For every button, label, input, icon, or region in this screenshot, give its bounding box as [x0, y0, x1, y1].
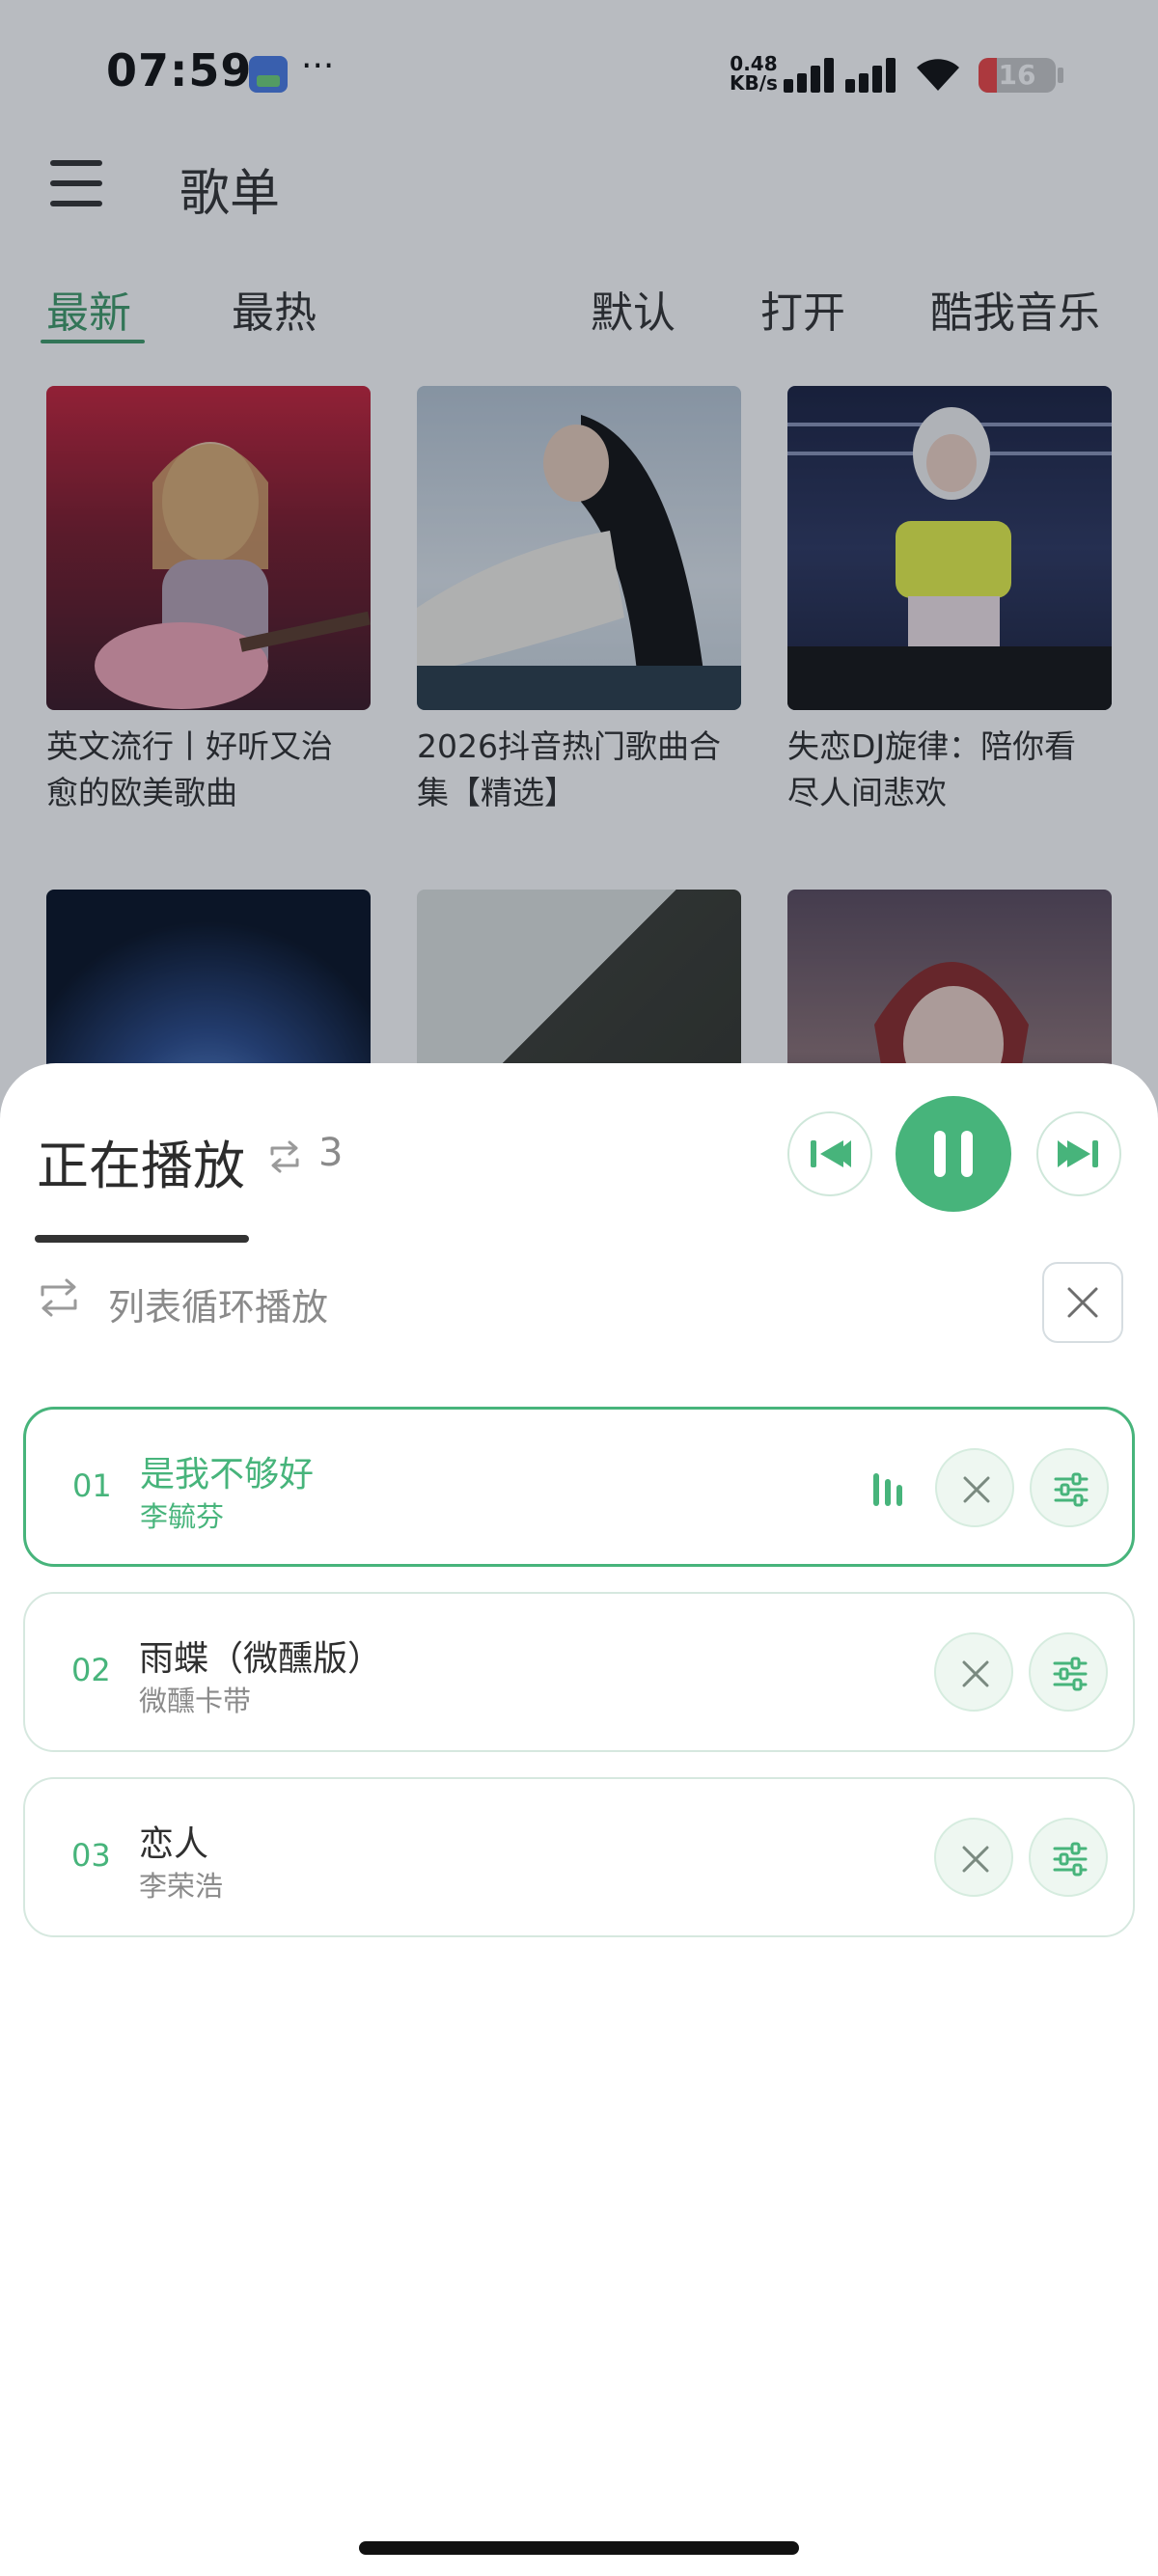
track-title: 恋人: [139, 1824, 209, 1864]
play-pause-button[interactable]: [896, 1096, 1011, 1212]
sliders-icon: [1053, 1657, 1088, 1691]
previous-track-button[interactable]: [787, 1111, 872, 1196]
close-sheet-button[interactable]: [1042, 1262, 1123, 1343]
skip-previous-icon: [811, 1140, 851, 1167]
pause-icon: [934, 1131, 973, 1177]
track-title: 雨蝶（微醺版）: [139, 1639, 383, 1679]
now-playing-sheet: 正在播放 3 列表循环播放 01 是我不够好 李毓芬 02 雨蝶（微醺版） 微醺…: [0, 1063, 1158, 2576]
remove-track-button[interactable]: [934, 1632, 1013, 1712]
now-playing-title: 正在播放: [37, 1136, 245, 1196]
track-artist: 李荣浩: [139, 1870, 224, 1903]
queue-count: 3: [318, 1131, 344, 1175]
sliders-icon: [1054, 1472, 1089, 1507]
close-icon: [963, 1476, 990, 1503]
track-settings-button[interactable]: [1030, 1448, 1109, 1527]
track-number: 03: [71, 1837, 111, 1874]
remove-track-button[interactable]: [935, 1448, 1014, 1527]
skip-next-icon: [1058, 1140, 1098, 1167]
track-settings-button[interactable]: [1029, 1818, 1108, 1897]
sheet-drag-handle[interactable]: [35, 1235, 249, 1243]
home-indicator[interactable]: [359, 2541, 799, 2555]
queue-track-row[interactable]: 01 是我不够好 李毓芬: [23, 1407, 1135, 1567]
queue-track-row[interactable]: 03 恋人 李荣浩: [23, 1777, 1135, 1937]
playlist-page: 07:59 ··· 0.48 KB/s 16 歌单 最新 最热 默认 打开 酷我…: [0, 0, 1158, 2576]
track-title: 是我不够好: [140, 1455, 315, 1494]
close-icon: [1067, 1287, 1098, 1318]
next-track-button[interactable]: [1036, 1111, 1121, 1196]
track-artist: 李毓芬: [140, 1500, 225, 1533]
track-settings-button[interactable]: [1029, 1632, 1108, 1712]
track-number: 02: [71, 1652, 111, 1688]
sliders-icon: [1053, 1842, 1088, 1877]
track-number: 01: [72, 1467, 112, 1504]
list-loop-icon[interactable]: [37, 1277, 81, 1318]
close-icon: [962, 1846, 989, 1873]
track-artist: 微醺卡带: [139, 1685, 252, 1717]
queue-track-row[interactable]: 02 雨蝶（微醺版） 微醺卡带: [23, 1592, 1135, 1752]
repeat-icon: [270, 1140, 299, 1173]
remove-track-button[interactable]: [934, 1818, 1013, 1897]
play-mode-label[interactable]: 列表循环播放: [108, 1277, 328, 1330]
close-icon: [962, 1660, 989, 1687]
now-playing-equalizer-icon: [873, 1471, 904, 1506]
